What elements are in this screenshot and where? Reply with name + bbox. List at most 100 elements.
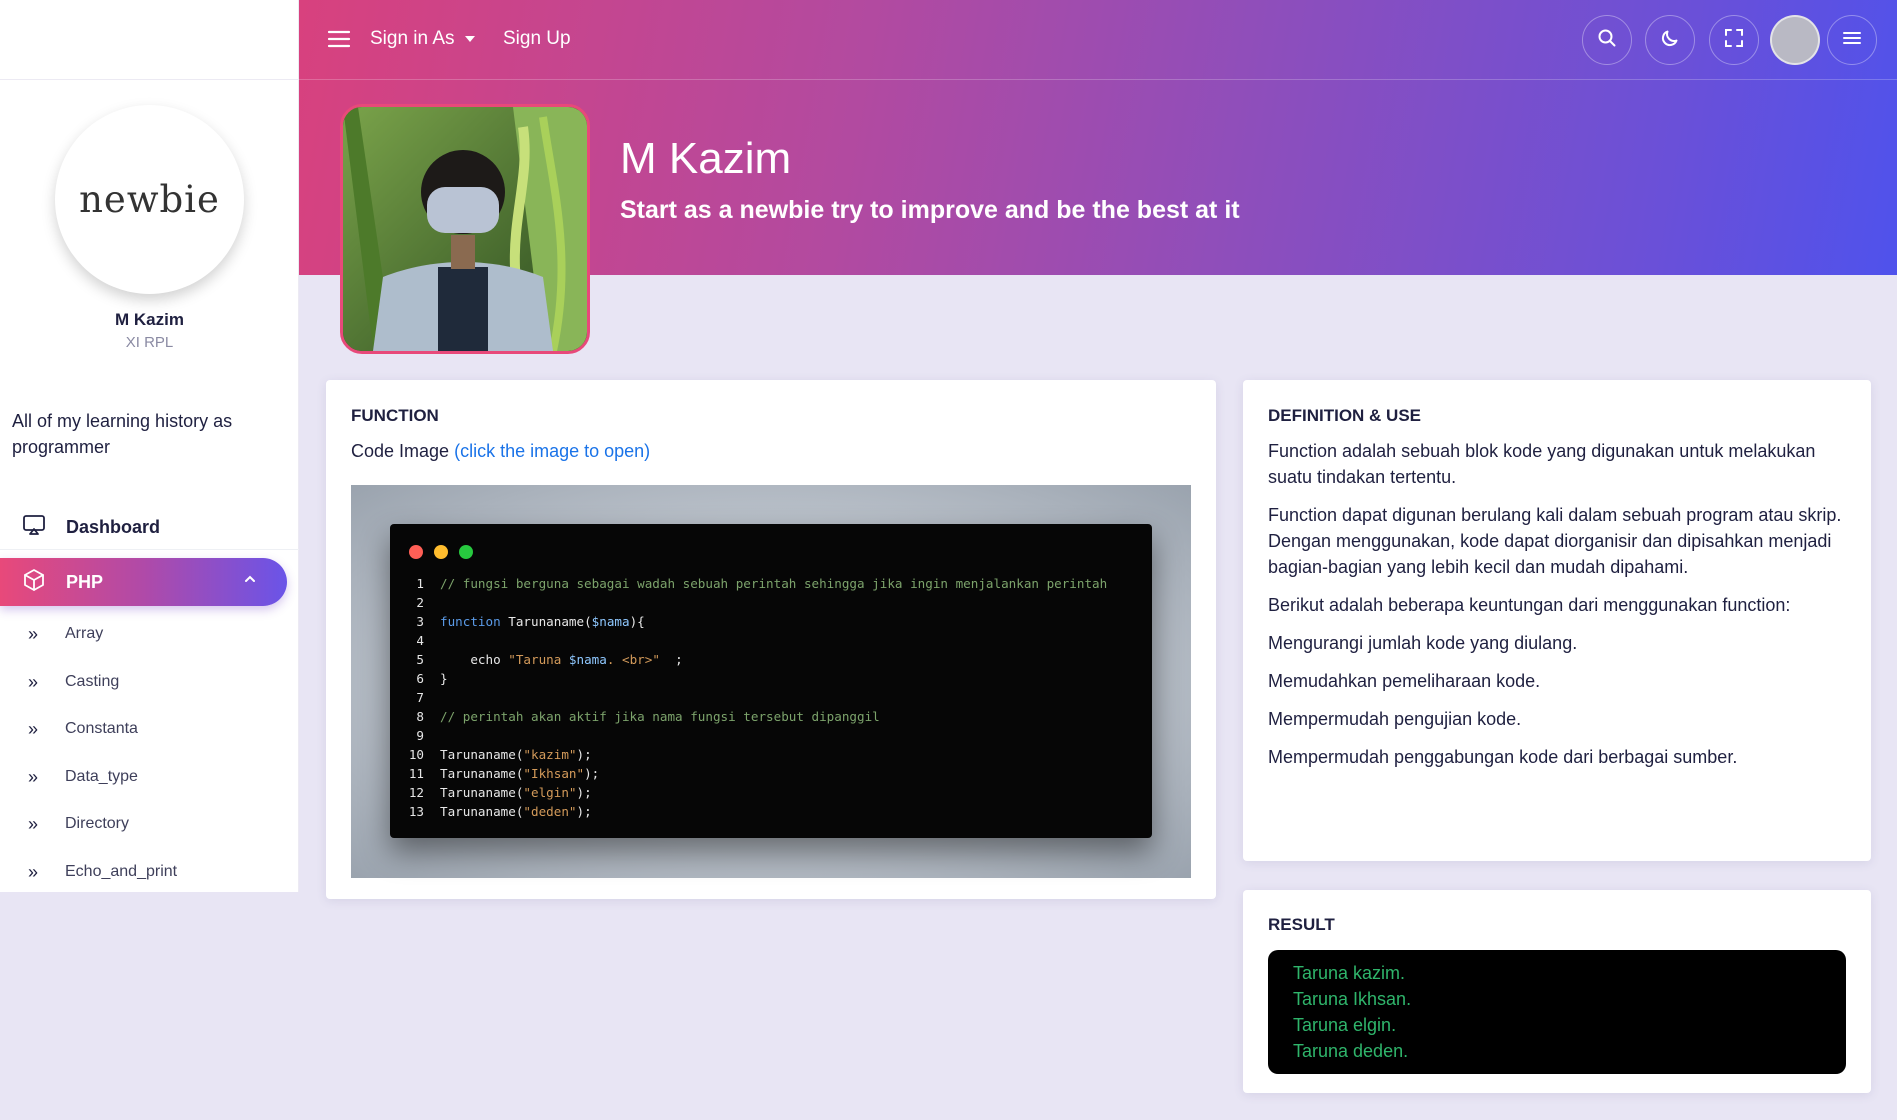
line-number: 10 xyxy=(408,747,424,762)
sidebar-subitem-data_type[interactable]: » Data_type xyxy=(0,757,299,797)
chevron-up-icon[interactable] xyxy=(243,572,257,591)
hero-name: M Kazim xyxy=(620,134,792,183)
definition-paragraph: Memudahkan pemeliharaan kode. xyxy=(1268,671,1541,691)
sidebar-subitem-casting[interactable]: » Casting xyxy=(0,662,299,702)
fullscreen-icon xyxy=(1724,28,1744,53)
code-token: // perintah akan aktif jika nama fungsi … xyxy=(440,709,880,724)
caret-down-icon xyxy=(464,35,475,42)
code-line: 1 // fungsi berguna sebagai wadah sebuah … xyxy=(390,574,1152,593)
code-image-label: Code Image xyxy=(351,441,450,461)
code-token: Tarunaname( xyxy=(440,804,524,819)
line-content: // fungsi berguna sebagai wadah sebuah p… xyxy=(424,574,1107,593)
code-block: 1 // fungsi berguna sebagai wadah sebuah … xyxy=(390,574,1152,821)
code-token: Tarunaname( xyxy=(500,614,592,629)
code-line: 11 Tarunaname("Ikhsan"); xyxy=(390,764,1152,783)
sidebar-item-php[interactable]: PHP xyxy=(0,558,287,606)
result-card: RESULT Taruna kazim. Taruna Ikhsan. Taruna… xyxy=(1243,890,1871,1093)
hamburger-icon[interactable] xyxy=(327,29,351,54)
result-line: Taruna Ikhsan. xyxy=(1293,989,1412,1009)
line-number: 5 xyxy=(416,652,424,667)
line-content: } xyxy=(424,669,448,688)
double-chevron-icon: » xyxy=(28,813,39,834)
profile-photo xyxy=(340,104,590,354)
sidebar-subitem-directory[interactable]: » Directory xyxy=(0,804,299,844)
definition-card-title: DEFINITION & USE xyxy=(1268,406,1422,425)
cube-icon xyxy=(22,568,46,597)
line-number: 1 xyxy=(416,576,424,591)
user-class: XI RPL xyxy=(125,334,174,351)
line-content xyxy=(424,726,440,745)
sidebar-subitem-label: Data_type xyxy=(65,768,138,785)
sidebar-subitem-label: Echo_and_print xyxy=(65,863,178,880)
result-line: Taruna deden. xyxy=(1293,1041,1409,1061)
line-number: 7 xyxy=(416,690,424,705)
user-name: M Kazim xyxy=(115,310,184,329)
double-chevron-icon: » xyxy=(28,766,39,787)
sidebar-tagline: All of my learning history as programmer xyxy=(12,411,233,457)
logo: newbie xyxy=(55,105,244,294)
line-content: Tarunaname("deden"); xyxy=(424,802,592,821)
line-number: 6 xyxy=(416,671,424,686)
code-image[interactable]: 1 // fungsi berguna sebagai wadah sebuah … xyxy=(351,485,1191,878)
sign-in-as-label: Sign in As xyxy=(370,28,455,49)
minimize-dot-icon xyxy=(434,545,448,559)
code-token: ); xyxy=(576,785,592,800)
line-content xyxy=(424,593,440,612)
code-token: . <br>" xyxy=(606,652,660,667)
top-navbar: Sign in As Sign Up xyxy=(299,0,1897,80)
line-number: 3 xyxy=(416,614,424,629)
code-token: "kazim" xyxy=(523,747,577,762)
sidebar: newbie M Kazim XI RPL All of my learning… xyxy=(0,0,299,892)
sidebar-item-label: PHP xyxy=(66,571,104,592)
code-image-caption: Code Image (click the image to open) xyxy=(351,438,650,464)
menu-icon xyxy=(1842,30,1862,51)
sign-up-link[interactable]: Sign Up xyxy=(503,28,571,50)
code-line: 8 // perintah akan aktif jika nama fungsi… xyxy=(390,707,1152,726)
code-line: 3 function Tarunaname($nama){ xyxy=(390,612,1152,631)
code-line: 10 Tarunaname("kazim"); xyxy=(390,745,1152,764)
definition-paragraph: Function dapat digunan berulang kali dal… xyxy=(1268,505,1842,577)
line-content xyxy=(424,688,440,707)
code-token: Tarunaname( xyxy=(440,785,524,800)
sidebar-subitem-constanta[interactable]: » Constanta xyxy=(0,709,299,749)
sidebar-subitem-echo_and_print[interactable]: » Echo_and_print xyxy=(0,852,299,892)
code-line: 5 echo "Taruna $nama. <br>" ; xyxy=(390,650,1152,669)
line-number: 8 xyxy=(416,709,424,724)
open-image-link[interactable]: (click the image to open) xyxy=(454,441,650,461)
definition-paragraph: Function adalah sebuah blok kode yang di… xyxy=(1268,441,1816,487)
code-line: 6} xyxy=(390,669,1152,688)
line-content xyxy=(424,631,440,650)
code-token: ); xyxy=(576,747,592,762)
code-token: ); xyxy=(576,804,592,819)
double-chevron-icon: » xyxy=(28,623,39,644)
fullscreen-button[interactable] xyxy=(1709,15,1759,65)
search-button[interactable] xyxy=(1582,15,1632,65)
definition-paragraph: Mempermudah pengujian kode. xyxy=(1268,709,1522,729)
double-chevron-icon: » xyxy=(28,861,39,882)
line-content: Tarunaname("elgin"); xyxy=(424,783,592,802)
avatar[interactable] xyxy=(1770,15,1820,65)
code-token: function xyxy=(440,614,501,629)
code-line: 7 xyxy=(390,688,1152,707)
sidebar-subitem-label: Array xyxy=(65,625,104,642)
logo-text: newbie xyxy=(79,178,220,221)
result-line: Taruna kazim. xyxy=(1293,963,1406,983)
code-window: 1 // fungsi berguna sebagai wadah sebuah … xyxy=(390,524,1152,838)
close-dot-icon xyxy=(409,545,423,559)
menu-button[interactable] xyxy=(1827,15,1877,65)
theme-toggle-button[interactable] xyxy=(1645,15,1695,65)
line-number: 13 xyxy=(408,804,424,819)
sidebar-subitem-label: Constanta xyxy=(65,720,138,737)
code-token: Tarunaname( xyxy=(440,766,524,781)
sign-in-as-dropdown[interactable]: Sign in As xyxy=(370,28,475,50)
line-content: // perintah akan aktif jika nama fungsi … xyxy=(424,707,880,726)
line-content: Tarunaname("Ikhsan"); xyxy=(424,764,599,783)
sidebar-subitem-array[interactable]: » Array xyxy=(0,614,299,654)
sidebar-subitem-label: Casting xyxy=(65,673,120,690)
code-token: ); xyxy=(584,766,600,781)
sidebar-item-dashboard[interactable]: Dashboard xyxy=(0,506,299,550)
function-card-title: FUNCTION xyxy=(351,406,439,425)
definition-card: DEFINITION & USE Function adalah sebuah … xyxy=(1243,380,1871,861)
line-content: function Tarunaname($nama){ xyxy=(424,612,645,631)
code-token: // fungsi berguna sebagai wadah sebuah p… xyxy=(440,576,1108,591)
